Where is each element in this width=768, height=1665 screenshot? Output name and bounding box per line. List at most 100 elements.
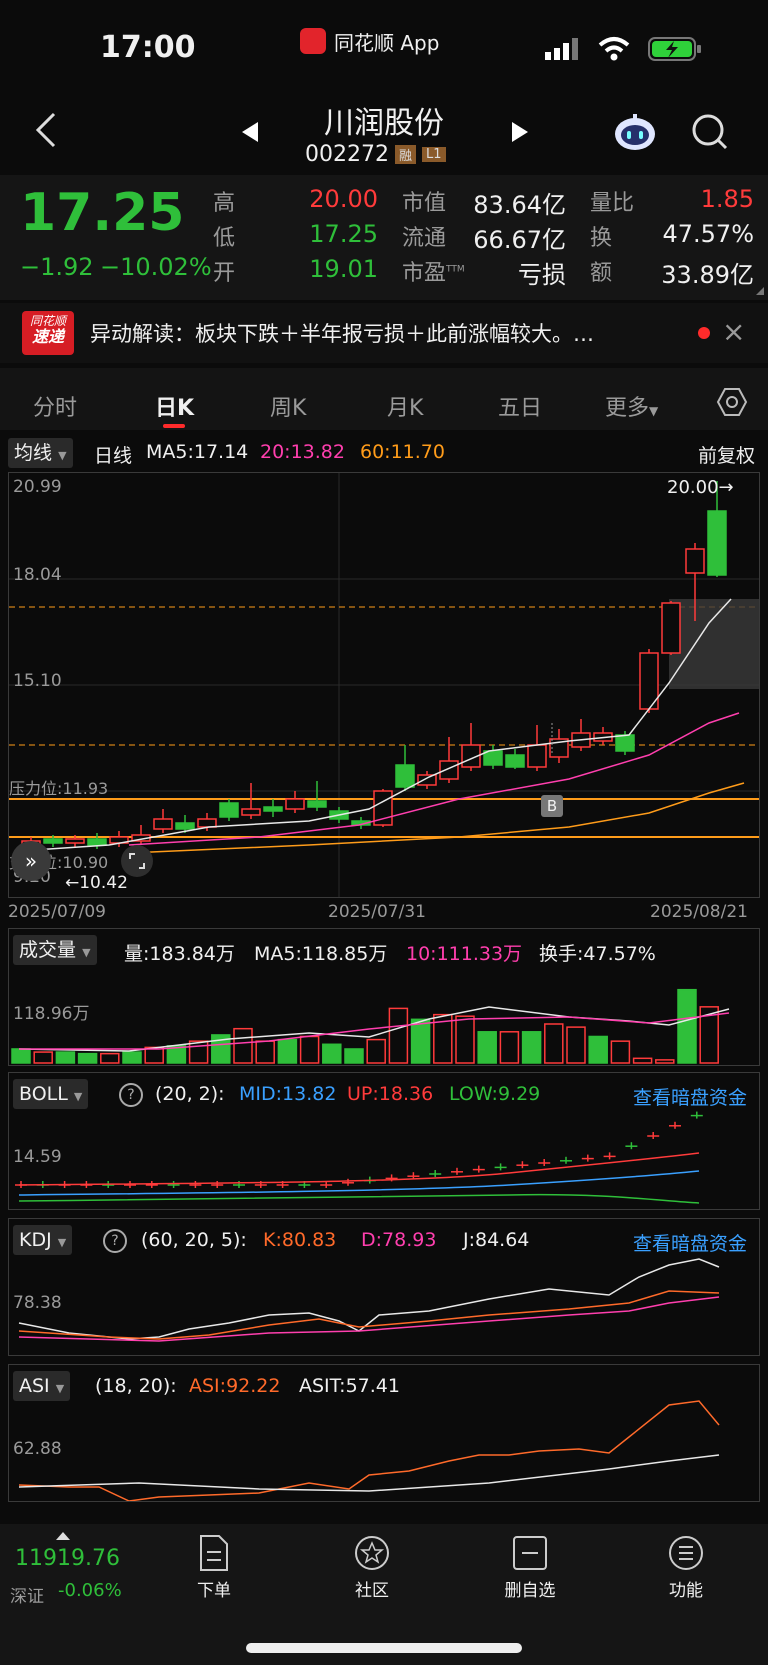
search-icon[interactable] [690, 112, 730, 152]
expand-corner-icon[interactable] [756, 287, 764, 295]
volume-bar [55, 1051, 76, 1064]
indicator-select[interactable]: 均线 ▼ [8, 438, 73, 468]
volume-bar [77, 1052, 98, 1064]
volume-bar [632, 1057, 653, 1064]
float-value: 66.67亿 [473, 226, 566, 254]
volume-bar [233, 1027, 253, 1064]
news-close-button[interactable]: × [722, 315, 745, 348]
candle-body [439, 760, 459, 780]
functions-icon [669, 1536, 703, 1570]
price-change-pct: −10.02% [100, 253, 212, 281]
candle-body [307, 800, 327, 808]
volume-bar [655, 1059, 675, 1064]
low-label: 低 [213, 226, 236, 251]
asi-panel[interactable]: ASI ▼ (18, 20): ASI:92.22 ASIT:57.41 62.… [8, 1364, 760, 1502]
candle-body [197, 818, 217, 828]
boll-panel[interactable]: BOLL ▼ ? (20, 2): MID:13.82 UP:18.36 LOW… [8, 1072, 760, 1210]
news-bar[interactable]: 同花顺 速递 异动解读：板块下跌＋半年报亏损＋此前涨幅较大。… × [0, 303, 768, 363]
boll-up-line [18, 1152, 700, 1186]
volume-bar [499, 1031, 520, 1064]
date-end: 2025/08/21 [650, 902, 748, 922]
expand-chart-button[interactable]: » [11, 841, 51, 881]
turnover-label: 换 [590, 226, 613, 251]
kdj-j-line [18, 1258, 720, 1340]
volume-bar [277, 1038, 298, 1064]
volume-bar [521, 1031, 542, 1064]
community-icon [355, 1536, 389, 1570]
boll-low-line [18, 1193, 700, 1204]
pressure-label: 压力位:11.93 [9, 779, 109, 798]
pe-value: 亏损 [518, 261, 566, 289]
tab-daily-k[interactable]: 日K [155, 390, 194, 422]
volume-bar [610, 1040, 631, 1064]
settings-icon[interactable] [716, 386, 748, 418]
order-label: 下单 [197, 1581, 231, 1601]
fullscreen-icon[interactable] [121, 845, 153, 877]
next-stock-button[interactable] [508, 120, 532, 148]
adjust-toggle[interactable]: 前复权 [698, 441, 755, 468]
buy-signal-marker[interactable]: B [541, 795, 563, 817]
wifi-icon [598, 36, 630, 62]
remove-watchlist-button[interactable]: 删自选 [494, 1534, 566, 1601]
community-label: 社区 [355, 1581, 389, 1601]
ma5-value: MA5:17.14 [146, 441, 249, 463]
kdj-panel[interactable]: KDJ ▼ ? (60, 20, 5): K:80.83 D:78.93 J:8… [8, 1218, 760, 1356]
candle-body [219, 802, 239, 818]
candle-body [615, 734, 635, 752]
app-indicator[interactable]: 同花顺 App [300, 26, 439, 56]
ma20-value: 20:13.82 [260, 441, 345, 463]
tab-five-day[interactable]: 五日 [498, 390, 542, 422]
index-change: -0.06% [58, 1580, 122, 1601]
price-change: −1.92 [20, 253, 94, 281]
kline-chart[interactable]: 20.99 18.04 15.10 9.20 压力位:11.93 支撑位:10.… [8, 472, 760, 898]
stock-header: 川润股份 002272 融 L1 [0, 92, 768, 172]
index-value[interactable]: 11919.76 [15, 1546, 120, 1571]
functions-button[interactable]: 功能 [656, 1534, 716, 1601]
y-label-3: 15.10 [13, 671, 62, 691]
date-mid: 2025/07/31 [328, 902, 426, 922]
candle-body [43, 838, 63, 844]
volume-bar [100, 1052, 120, 1064]
volume-panel[interactable]: 成交量 ▼ 量:183.84万 MA5:118.85万 10:111.33万 换… [8, 928, 760, 1066]
tab-monthly-k[interactable]: 月K [387, 390, 423, 422]
robot-assistant-icon[interactable] [612, 112, 658, 152]
ma-bar: 均线 ▼ 日线 MA5:17.14 20:13.82 60:11.70 前复权 [8, 438, 760, 470]
tab-more[interactable]: 更多▼ [605, 390, 658, 422]
volume-bar [477, 1031, 497, 1064]
tab-intraday[interactable]: 分时 [33, 390, 77, 422]
index-up-arrow-icon [56, 1532, 70, 1540]
candle-body [417, 774, 437, 786]
functions-label: 功能 [669, 1581, 703, 1601]
volume-bar [344, 1048, 364, 1064]
high-label: 高 [213, 191, 236, 216]
amount-label: 额 [590, 261, 613, 286]
community-button[interactable]: 社区 [342, 1534, 402, 1601]
mcap-label: 市值 [402, 191, 447, 216]
candle-body [263, 806, 283, 812]
candle-body [65, 838, 85, 844]
caret-icon: ▼ [58, 449, 67, 462]
volume-bars [11, 988, 719, 1064]
candle-body [395, 764, 415, 788]
level-badge: L1 [422, 147, 446, 162]
boll-svg [15, 1111, 703, 1204]
volume-bar [588, 1035, 608, 1064]
index-name: 深证 [10, 1587, 44, 1607]
period-tabs: 分时 日K 周K 月K 五日 更多▼ [0, 368, 768, 430]
remove-watchlist-icon [513, 1536, 547, 1570]
mcap-value: 83.64亿 [473, 191, 566, 219]
volume-bar [33, 1051, 53, 1064]
volume-bar [255, 1040, 275, 1064]
candle-body [241, 808, 261, 816]
order-button[interactable]: 下单 [184, 1534, 244, 1601]
vr-value: 1.85 [700, 185, 754, 213]
stock-code: 002272 [305, 142, 389, 167]
volume-bar [188, 1040, 209, 1064]
asit-line [18, 1454, 720, 1492]
candle-body [175, 822, 195, 830]
signal-icon [545, 38, 581, 60]
order-icon [200, 1535, 228, 1571]
volume-svg [11, 988, 730, 1064]
low-marker: ←10.42 [65, 873, 128, 893]
tab-weekly-k[interactable]: 周K [270, 390, 306, 422]
